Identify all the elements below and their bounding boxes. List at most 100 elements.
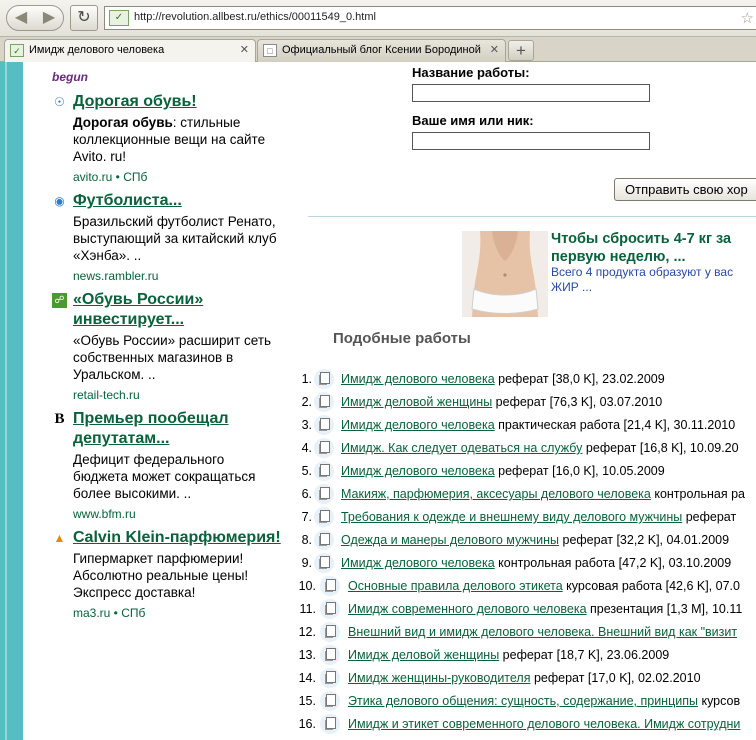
item-line: Имидж делового человека контрольная рабо… bbox=[341, 552, 731, 575]
ad-title-link[interactable]: Премьер пообещал депутатам... bbox=[73, 409, 282, 449]
item-number: 16. bbox=[298, 717, 316, 731]
item-number: 5. bbox=[301, 464, 312, 478]
page-icon: □ bbox=[263, 44, 277, 57]
ad-title-link[interactable]: Calvin Klein-парфюмерия! bbox=[73, 528, 282, 548]
work-link[interactable]: Одежда и манеры делового мужчины bbox=[341, 533, 559, 547]
promo-image[interactable] bbox=[462, 231, 548, 317]
item-number: 1. bbox=[301, 372, 312, 386]
work-link[interactable]: Имидж делового человека bbox=[341, 464, 495, 478]
work-link[interactable]: Имидж делового человека bbox=[341, 556, 495, 570]
work-meta: реферат bbox=[682, 510, 737, 524]
reload-button[interactable]: ↻ bbox=[70, 5, 98, 31]
work-meta: контрольная ра bbox=[650, 487, 745, 501]
tab-blog[interactable]: □ Официальный блог Ксении Бородиной ✕ bbox=[257, 39, 506, 62]
promo-text[interactable]: Всего 4 продукта образуют у вас ЖИР ... bbox=[551, 265, 756, 295]
item-line: Имидж. Как следует одеваться на службу р… bbox=[341, 437, 739, 460]
document-icon bbox=[314, 461, 334, 481]
item-line: Имидж делового человека реферат [38,0 K]… bbox=[341, 368, 665, 391]
ad-title-link[interactable]: «Обувь России» инвестирует... bbox=[73, 290, 282, 330]
ad-block: ☉ Дорогая обувь! Дорогая обувь: стильные… bbox=[52, 92, 282, 184]
new-tab-button[interactable]: + bbox=[508, 40, 534, 61]
work-link[interactable]: Имидж делового человека bbox=[341, 418, 495, 432]
list-item: 7. Требования к одежде и внешнему виду де… bbox=[292, 506, 756, 529]
work-link[interactable]: Имидж женщины-руководителя bbox=[348, 671, 530, 685]
work-link[interactable]: Имидж. Как следует одеваться на службу bbox=[341, 441, 582, 455]
document-icon bbox=[314, 507, 334, 527]
work-title-input[interactable] bbox=[412, 84, 650, 102]
item-line: Этика делового общения: сущность, содерж… bbox=[348, 690, 740, 713]
work-link[interactable]: Внешний вид и имидж делового человека. В… bbox=[348, 625, 737, 639]
document-icon bbox=[320, 622, 340, 642]
item-number: 7. bbox=[301, 510, 312, 524]
ad-bold-text: Дорогая обувь bbox=[73, 115, 173, 130]
document-icon bbox=[320, 668, 340, 688]
tab-close-icon[interactable]: ✕ bbox=[240, 40, 249, 61]
ad-description: Дефицит федерального бюджета может сокра… bbox=[73, 452, 256, 501]
work-meta: презентация [1,3 M], 10.11 bbox=[586, 602, 743, 616]
ad-source[interactable]: avito.ru • СПб bbox=[73, 170, 282, 184]
bookmark-star-icon[interactable]: ☆ bbox=[741, 9, 754, 27]
list-item: 4. Имидж. Как следует одеваться на службу… bbox=[292, 437, 756, 460]
ad-description: Бразильский футболист Ренато, выступающи… bbox=[73, 214, 277, 263]
ad-description: «Обувь России» расширит сеть собственных… bbox=[73, 333, 272, 382]
ad-title-link[interactable]: Дорогая обувь! bbox=[73, 92, 282, 112]
item-line: Внешний вид и имидж делового человека. В… bbox=[348, 621, 737, 644]
work-link[interactable]: Этика делового общения: сущность, содерж… bbox=[348, 694, 698, 708]
similar-works-heading: Подобные работы bbox=[333, 330, 471, 347]
work-link[interactable]: Основные правила делового этикета bbox=[348, 579, 563, 593]
work-meta: практическая работа [21,4 K], 30.11.2010 bbox=[494, 418, 736, 432]
work-link[interactable]: Имидж деловой женщины bbox=[341, 395, 492, 409]
tab-close-icon[interactable]: ✕ bbox=[490, 40, 499, 61]
work-link[interactable]: Требования к одежде и внешнему виду дело… bbox=[341, 510, 682, 524]
document-icon bbox=[320, 599, 340, 619]
name-input[interactable] bbox=[412, 132, 650, 150]
navigation-toolbar: ◀ ▶ ↻ ✓ http://revolution.allbest.ru/eth… bbox=[0, 0, 756, 37]
ad-title-link[interactable]: Футболиста... bbox=[73, 191, 282, 211]
ad-source[interactable]: news.rambler.ru bbox=[73, 269, 282, 283]
item-number: 11. bbox=[299, 602, 316, 616]
work-meta: реферат [18,7 K], 23.06.2009 bbox=[499, 648, 670, 662]
work-meta: реферат [32,2 K], 04.01.2009 bbox=[559, 533, 730, 547]
tab-title: Официальный блог Ксении Бородиной bbox=[282, 44, 481, 56]
ad-block: B Премьер пообещал депутатам... Дефицит … bbox=[52, 409, 282, 521]
item-number: 9. bbox=[301, 556, 312, 570]
work-link[interactable]: Имидж и этикет современного делового чел… bbox=[348, 717, 740, 731]
item-line: Имидж современного делового человека пре… bbox=[348, 598, 742, 621]
ad-provider-label[interactable]: begun bbox=[52, 70, 88, 84]
page-content: begun ☉ Дорогая обувь! Дорогая обувь: ст… bbox=[0, 62, 756, 740]
item-line: Имидж и этикет современного делового чел… bbox=[348, 713, 740, 736]
ad-source[interactable]: www.bfm.ru bbox=[73, 507, 282, 521]
similar-works-list: 1. Имидж делового человека реферат [38,0 … bbox=[292, 368, 756, 736]
forward-arrow-icon[interactable]: ▶ bbox=[38, 8, 60, 28]
work-meta: реферат [38,0 K], 23.02.2009 bbox=[494, 372, 665, 386]
submit-button[interactable]: Отправить свою хор bbox=[614, 178, 756, 201]
left-decor-strip bbox=[0, 62, 23, 740]
ad-source[interactable]: retail-tech.ru bbox=[73, 388, 282, 402]
work-link[interactable]: Имидж современного делового человека bbox=[348, 602, 587, 616]
item-line: Имидж женщины-руководителя реферат [17,0… bbox=[348, 667, 701, 690]
tab-imidzh[interactable]: ✓ Имидж делового человека ✕ bbox=[4, 39, 256, 63]
ad-source[interactable]: ma3.ru • СПб bbox=[73, 606, 282, 620]
list-item: 6. Макияж, парфюмерия, аксесуары делового… bbox=[292, 483, 756, 506]
back-forward-group: ◀ ▶ bbox=[6, 5, 64, 31]
list-item: 11. Имидж современного делового человека … bbox=[292, 598, 756, 621]
promo-title[interactable]: Чтобы сбросить 4-7 кг за первую неделю, … bbox=[551, 230, 756, 266]
work-link[interactable]: Имидж делового человека bbox=[341, 372, 495, 386]
ad-block: ☍ «Обувь России» инвестирует... «Обувь Р… bbox=[52, 290, 282, 402]
item-number: 12. bbox=[298, 625, 316, 639]
back-arrow-icon[interactable]: ◀ bbox=[10, 8, 32, 28]
work-meta: реферат [16,8 K], 10.09.20 bbox=[582, 441, 739, 455]
spiral-icon: ☉ bbox=[54, 95, 65, 109]
url-text[interactable]: http://revolution.allbest.ru/ethics/0001… bbox=[134, 11, 376, 23]
work-link[interactable]: Макияж, парфюмерия, аксесуары делового ч… bbox=[341, 487, 651, 501]
address-bar[interactable]: ✓ http://revolution.allbest.ru/ethics/00… bbox=[104, 6, 756, 30]
site-favicon-icon: ✓ bbox=[109, 10, 129, 26]
list-item: 13. Имидж деловой женщины реферат [18,7 K… bbox=[292, 644, 756, 667]
work-link[interactable]: Имидж деловой женщины bbox=[348, 648, 499, 662]
item-number: 10. bbox=[298, 579, 316, 593]
reload-icon: ↻ bbox=[77, 9, 91, 26]
document-icon bbox=[320, 576, 340, 596]
document-icon bbox=[320, 691, 340, 711]
document-icon bbox=[314, 553, 334, 573]
work-meta: контрольная работа [47,2 K], 03.10.2009 bbox=[494, 556, 732, 570]
